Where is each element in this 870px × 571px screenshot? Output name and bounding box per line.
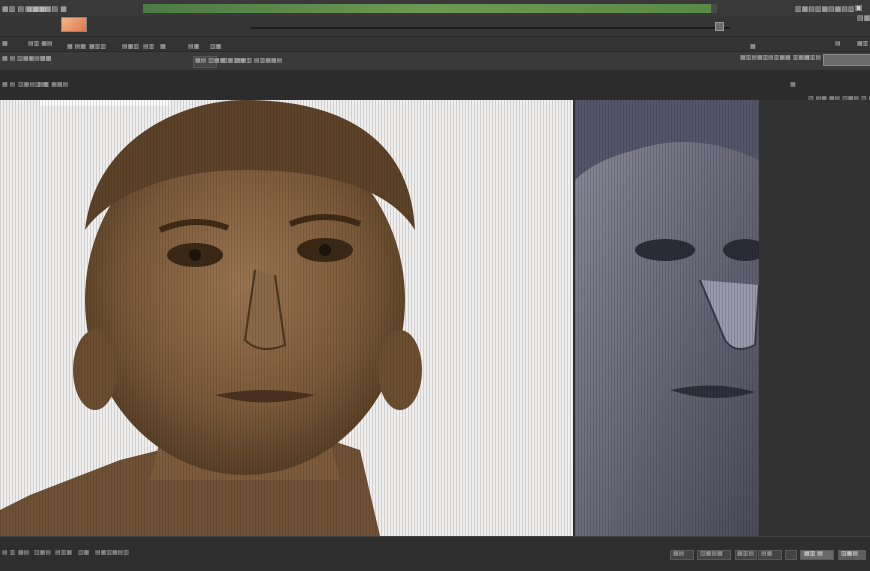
status-item-3: ▥▦▤ — [34, 549, 52, 556]
option-7[interactable]: ▦ — [160, 43, 166, 50]
tab-1[interactable]: ▦ ▤ — [2, 81, 15, 88]
title-bar — [0, 0, 870, 16]
window-icon[interactable]: ▣ — [855, 3, 863, 12]
portrait-sepia-image — [0, 100, 573, 536]
second-document-canvas[interactable] — [575, 100, 759, 536]
property-label-3: ▦▤ ▥▦▦ — [195, 57, 226, 64]
status-button-5[interactable] — [785, 550, 797, 560]
property-input[interactable] — [823, 54, 870, 66]
right-panel — [759, 100, 870, 536]
status-button-4-label: ▤▦ — [761, 550, 773, 557]
status-button-1-label: ▦▤ — [673, 550, 685, 557]
progress-bar — [143, 4, 717, 13]
main-canvas[interactable] — [0, 100, 573, 536]
option-1[interactable]: ▦ — [2, 40, 8, 47]
status-button-6-label: ▦▥ ▤ — [804, 550, 823, 557]
status-item-1: ▤ ▥ — [2, 549, 16, 556]
option-right-3[interactable]: ▦▥ — [857, 40, 868, 47]
zoom-slider-track[interactable] — [250, 27, 730, 29]
status-button-7-label: ▥▦▤ — [841, 550, 859, 557]
document-tab-row — [0, 70, 870, 100]
status-item-2: ▦▤ — [18, 549, 30, 556]
progress-fill — [143, 4, 712, 13]
status-button-2-label: ▥▦▤▦ — [700, 550, 723, 557]
option-2[interactable]: ▤▥ ▦▤ — [28, 40, 53, 47]
window-label[interactable]: ▤▦ — [857, 14, 870, 22]
property-right-1[interactable]: ▦▥▤▦▥ — [740, 54, 768, 61]
portrait-grayscale-image — [575, 100, 759, 536]
option-5[interactable]: ▤▦▥ — [122, 43, 139, 50]
option-9[interactable]: ▥▦ — [210, 43, 221, 50]
tab-right-1[interactable]: ▦ — [790, 81, 796, 88]
property-label-2: ▤▥ — [40, 55, 52, 62]
status-item-5: ▥▦ — [78, 549, 90, 556]
option-right-1[interactable]: ▦ — [750, 43, 756, 50]
status-item-4: ▤▥▦ — [55, 549, 73, 556]
zoom-slider-handle[interactable] — [715, 22, 724, 31]
property-right-3[interactable]: ▦▥▤ — [804, 54, 821, 61]
menu-right-label[interactable]: ▥▦▤▥▦▤▦▤▥ — [795, 5, 855, 13]
option-3[interactable]: ▦ ▤▦ — [67, 43, 86, 50]
option-8[interactable]: ▤▦ — [188, 43, 199, 50]
status-button-3-label: ▦▥▤ — [737, 550, 755, 557]
tab-3[interactable]: ▤▥ ▦▦▤ — [38, 81, 68, 88]
option-6[interactable]: ▤▥ — [143, 43, 154, 50]
menu-item-2[interactable]: ▤▥▦▦▤ ▦ — [25, 5, 67, 13]
status-item-6: ▤▦▥▦▤▥ — [95, 549, 130, 556]
option-4[interactable]: ▦▥▥ — [89, 43, 106, 50]
option-right-2[interactable]: ▤ — [835, 40, 841, 47]
property-label-5: ▤▦▥ ▤▥▦▦▤ — [235, 57, 283, 64]
color-swatch[interactable] — [61, 17, 87, 32]
